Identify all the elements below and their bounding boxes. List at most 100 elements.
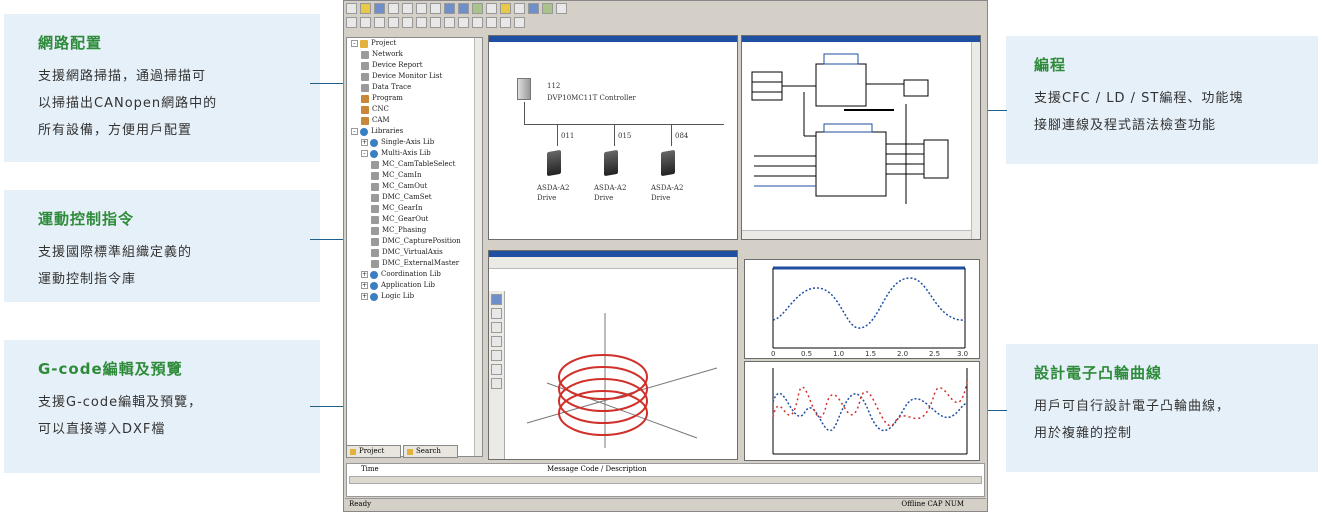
tree-item[interactable]: - Libraries bbox=[347, 126, 482, 137]
drive-type: Drive bbox=[537, 194, 557, 202]
tree-item[interactable]: DMC_CamSet bbox=[347, 192, 482, 203]
cut-icon[interactable] bbox=[402, 3, 413, 14]
online-icon[interactable] bbox=[542, 3, 553, 14]
cam-position-chart[interactable]: 0 0.5 1.0 1.5 2.0 2.5 3.0 bbox=[745, 260, 980, 359]
drive-type: Drive bbox=[651, 194, 671, 202]
cfc-block bbox=[815, 63, 867, 107]
tree-scrollbar[interactable] bbox=[474, 38, 482, 456]
breakpoint-icon[interactable] bbox=[458, 17, 469, 28]
tree-item[interactable]: - Multi-Axis Lib bbox=[347, 148, 482, 159]
tree-item[interactable]: - Project bbox=[347, 38, 482, 49]
tree-item[interactable]: Network bbox=[347, 49, 482, 60]
copy-icon[interactable] bbox=[416, 3, 427, 14]
cam-velocity-chart[interactable] bbox=[745, 362, 980, 461]
message-scrollbar[interactable] bbox=[349, 476, 982, 484]
scan-icon[interactable] bbox=[458, 3, 469, 14]
zoom-in-icon[interactable] bbox=[374, 17, 385, 28]
help-icon[interactable] bbox=[556, 3, 567, 14]
block-tool-icon[interactable] bbox=[514, 17, 525, 28]
tab-search[interactable]: Search bbox=[403, 445, 458, 458]
tree-item[interactable]: + Logic Lib bbox=[347, 291, 482, 302]
library-icon bbox=[370, 138, 378, 147]
controller-icon[interactable] bbox=[517, 78, 531, 100]
network-icon[interactable] bbox=[444, 3, 455, 14]
horizontal-scrollbar[interactable] bbox=[742, 230, 971, 239]
tree-item[interactable]: MC_CamIn bbox=[347, 170, 482, 181]
view-iso-icon[interactable] bbox=[491, 336, 502, 347]
compile-icon[interactable] bbox=[472, 3, 483, 14]
save-icon[interactable] bbox=[374, 3, 385, 14]
cfc-diagram[interactable] bbox=[744, 44, 972, 224]
view-side-icon[interactable] bbox=[491, 322, 502, 333]
expand-icon[interactable]: + bbox=[361, 139, 368, 146]
run-icon[interactable] bbox=[500, 3, 511, 14]
print-icon[interactable] bbox=[388, 3, 399, 14]
zoom-icon[interactable] bbox=[491, 378, 502, 389]
tree-item[interactable]: Data Trace bbox=[347, 82, 482, 93]
tree-item-label: CNC bbox=[372, 105, 389, 113]
rotate-icon[interactable] bbox=[491, 350, 502, 361]
align-icon[interactable] bbox=[402, 17, 413, 28]
tree-item[interactable]: CNC bbox=[347, 104, 482, 115]
open-folder-icon[interactable] bbox=[360, 3, 371, 14]
undo-icon[interactable] bbox=[346, 17, 357, 28]
collapse-icon[interactable]: - bbox=[351, 128, 358, 135]
line-tool-icon[interactable] bbox=[486, 17, 497, 28]
tree-item[interactable]: DMC_ExternalMaster bbox=[347, 258, 482, 269]
pan-icon[interactable] bbox=[491, 364, 502, 375]
tree-item[interactable]: + Single-Axis Lib bbox=[347, 137, 482, 148]
cam-curve-velocity bbox=[772, 392, 968, 432]
drive-icon[interactable] bbox=[661, 149, 675, 177]
tree-item[interactable]: MC_GearIn bbox=[347, 203, 482, 214]
item-icon bbox=[361, 83, 369, 92]
watch-icon[interactable] bbox=[472, 17, 483, 28]
tree-item[interactable]: MC_CamTableSelect bbox=[347, 159, 482, 170]
library-icon bbox=[370, 292, 378, 301]
tree-item[interactable]: Program bbox=[347, 93, 482, 104]
tree-item-label: Application Lib bbox=[381, 281, 435, 289]
tree-item[interactable]: Device Report bbox=[347, 60, 482, 71]
expand-icon[interactable]: + bbox=[361, 282, 368, 289]
zoom-out-icon[interactable] bbox=[388, 17, 399, 28]
message-panel: Time Message Code / Description bbox=[346, 463, 985, 497]
drive-icon[interactable] bbox=[547, 149, 561, 177]
tree-item[interactable]: DMC_VirtualAxis bbox=[347, 247, 482, 258]
tree-item[interactable]: DMC_CapturePosition bbox=[347, 236, 482, 247]
grid-icon[interactable] bbox=[416, 17, 427, 28]
item-icon bbox=[371, 182, 379, 191]
paste-icon[interactable] bbox=[430, 3, 441, 14]
tree-item[interactable]: MC_CamOut bbox=[347, 181, 482, 192]
step-icon[interactable] bbox=[444, 17, 455, 28]
download-icon[interactable] bbox=[486, 3, 497, 14]
tab-project[interactable]: Project bbox=[346, 445, 401, 458]
tree-item[interactable]: + Coordination Lib bbox=[347, 269, 482, 280]
tree-item[interactable]: MC_GearOut bbox=[347, 214, 482, 225]
item-icon bbox=[371, 204, 379, 213]
collapse-icon[interactable]: - bbox=[351, 40, 358, 47]
redo-icon[interactable] bbox=[360, 17, 371, 28]
monitor-icon[interactable] bbox=[528, 3, 539, 14]
collapse-icon[interactable]: - bbox=[361, 150, 368, 157]
pause-icon[interactable] bbox=[430, 17, 441, 28]
drive-name: ASDA-A2 bbox=[594, 184, 627, 192]
library-icon bbox=[370, 149, 378, 158]
expand-icon[interactable]: + bbox=[361, 271, 368, 278]
callout-description: 支援國際標準組織定義的 運動控制指令庫 bbox=[38, 245, 193, 287]
vertical-scrollbar[interactable] bbox=[971, 42, 980, 239]
connect-tool-icon[interactable] bbox=[500, 17, 511, 28]
gcode-preview[interactable] bbox=[507, 273, 737, 453]
tree-item[interactable]: Device Monitor List bbox=[347, 71, 482, 82]
view-top-icon[interactable] bbox=[491, 294, 502, 305]
tree-item-label: Coordination Lib bbox=[381, 270, 441, 278]
tree-item[interactable]: CAM bbox=[347, 115, 482, 126]
callout-motion: 運動控制指令 支援國際標準組織定義的 運動控制指令庫 bbox=[4, 190, 320, 302]
tree-item-label: Device Monitor List bbox=[372, 72, 443, 80]
stop-icon[interactable] bbox=[514, 3, 525, 14]
tree-item[interactable]: MC_Phasing bbox=[347, 225, 482, 236]
drive-icon[interactable] bbox=[604, 149, 618, 177]
new-file-icon[interactable] bbox=[346, 3, 357, 14]
helix-loop bbox=[558, 354, 648, 400]
expand-icon[interactable]: + bbox=[361, 293, 368, 300]
view-front-icon[interactable] bbox=[491, 308, 502, 319]
tree-item[interactable]: + Application Lib bbox=[347, 280, 482, 291]
